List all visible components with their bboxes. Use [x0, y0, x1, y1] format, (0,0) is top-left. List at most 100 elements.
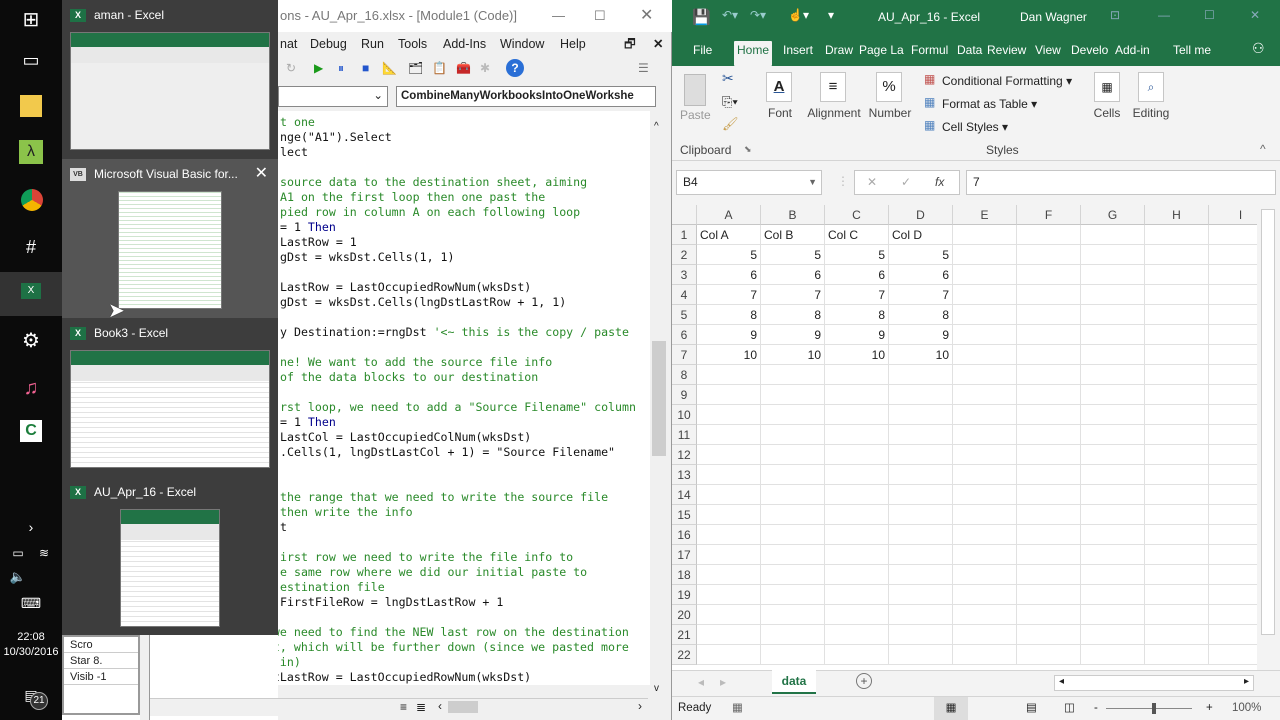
- file-explorer-icon[interactable]: [20, 95, 42, 117]
- cell[interactable]: [889, 505, 953, 525]
- cell[interactable]: [889, 465, 953, 485]
- enter-icon[interactable]: ✓: [901, 171, 911, 194]
- cell[interactable]: [953, 585, 1017, 605]
- sheet-horizontal-scrollbar[interactable]: ◂ ▸: [1054, 675, 1254, 691]
- cell[interactable]: [1017, 305, 1081, 325]
- close-icon[interactable]: ✕: [1250, 8, 1260, 22]
- font-button[interactable]: Font: [762, 106, 798, 120]
- cell[interactable]: [1081, 525, 1145, 545]
- clock[interactable]: 22:08 10/30/2016: [0, 630, 62, 660]
- design-mode-icon[interactable]: 📐: [382, 61, 397, 75]
- cell[interactable]: [1017, 245, 1081, 265]
- tab-tell-me[interactable]: Tell me: [1170, 41, 1214, 66]
- tab-draw[interactable]: Draw: [822, 41, 856, 66]
- cell[interactable]: [1017, 525, 1081, 545]
- touch-mode-icon[interactable]: ☝▾: [788, 8, 809, 22]
- cell[interactable]: [825, 565, 889, 585]
- cell[interactable]: [889, 625, 953, 645]
- cell[interactable]: [889, 605, 953, 625]
- toolbox-icon[interactable]: ✱: [480, 61, 490, 75]
- cell[interactable]: [1081, 565, 1145, 585]
- cell[interactable]: 5: [889, 245, 953, 265]
- cell[interactable]: [1145, 245, 1209, 265]
- cell[interactable]: [1209, 305, 1257, 325]
- scroll-thumb[interactable]: [652, 341, 666, 456]
- row-header[interactable]: 1: [672, 225, 697, 245]
- cell[interactable]: [825, 425, 889, 445]
- cell[interactable]: [889, 425, 953, 445]
- cell[interactable]: [1017, 465, 1081, 485]
- reset-icon[interactable]: ■: [362, 61, 369, 75]
- cell-styles-button[interactable]: Cell Styles ▾: [942, 120, 1008, 134]
- cell[interactable]: [1145, 585, 1209, 605]
- cell[interactable]: [825, 645, 889, 665]
- redo-icon[interactable]: ↻: [286, 61, 296, 75]
- cell[interactable]: [1081, 485, 1145, 505]
- tab-review[interactable]: Review: [984, 41, 1029, 66]
- cell[interactable]: [889, 585, 953, 605]
- cell[interactable]: [1017, 265, 1081, 285]
- break-icon[interactable]: ⏸: [338, 61, 344, 76]
- cell[interactable]: [761, 525, 825, 545]
- cell[interactable]: [1209, 405, 1257, 425]
- menu-window[interactable]: Window: [500, 32, 544, 56]
- help-icon[interactable]: ?: [506, 59, 524, 77]
- cells-button[interactable]: Cells: [1090, 106, 1124, 120]
- menu-debug[interactable]: Debug: [310, 32, 347, 56]
- property-row[interactable]: Star 8.: [64, 653, 138, 669]
- normal-view-icon[interactable]: ▦: [934, 697, 968, 720]
- worksheet-grid[interactable]: A B C D E F G H I 1 Col A Col B Col C Col D2555536666…: [672, 205, 1257, 665]
- cell[interactable]: [953, 565, 1017, 585]
- cell[interactable]: [761, 605, 825, 625]
- row-header[interactable]: 10: [672, 405, 697, 425]
- cell[interactable]: [1145, 385, 1209, 405]
- cell[interactable]: [1145, 345, 1209, 365]
- cell[interactable]: [1017, 605, 1081, 625]
- cell[interactable]: [697, 645, 761, 665]
- cell[interactable]: [1145, 485, 1209, 505]
- cell[interactable]: Col B: [761, 225, 825, 245]
- cell[interactable]: [761, 445, 825, 465]
- cell[interactable]: 5: [825, 245, 889, 265]
- scroll-left-icon[interactable]: ◂: [1059, 676, 1064, 687]
- cell[interactable]: [1145, 265, 1209, 285]
- page-break-icon[interactable]: ◫: [1064, 697, 1075, 720]
- cell[interactable]: [953, 345, 1017, 365]
- cell[interactable]: [1209, 485, 1257, 505]
- cell[interactable]: [697, 505, 761, 525]
- cell[interactable]: [953, 645, 1017, 665]
- cell[interactable]: [1081, 545, 1145, 565]
- close-icon[interactable]: ✕: [640, 0, 653, 32]
- cell[interactable]: [1017, 325, 1081, 345]
- slack-icon[interactable]: #: [16, 232, 46, 262]
- cell[interactable]: [1017, 645, 1081, 665]
- conditional-formatting-button[interactable]: Conditional Formatting ▾: [942, 74, 1072, 88]
- excel-icon[interactable]: X: [0, 272, 62, 316]
- cell[interactable]: [825, 545, 889, 565]
- row-header[interactable]: 18: [672, 565, 697, 585]
- tab-insert[interactable]: Insert: [780, 41, 816, 66]
- collapse-ribbon-icon[interactable]: ^: [1260, 142, 1266, 156]
- zoom-out-icon[interactable]: -: [1094, 697, 1098, 720]
- zoom-slider[interactable]: [1106, 708, 1192, 709]
- procedure-view-icon[interactable]: ≡: [400, 700, 407, 714]
- share-icon[interactable]: ⚇: [1252, 40, 1265, 57]
- code-line[interactable]: FirstFileRow = lngDstLastRow + 1: [280, 595, 503, 610]
- cell[interactable]: [825, 385, 889, 405]
- find-icon[interactable]: ⌕: [1138, 72, 1164, 102]
- cell[interactable]: [761, 385, 825, 405]
- cell[interactable]: 9: [761, 325, 825, 345]
- cell[interactable]: [761, 565, 825, 585]
- row-header[interactable]: 20: [672, 605, 697, 625]
- cell[interactable]: [1145, 505, 1209, 525]
- cell[interactable]: [761, 505, 825, 525]
- cell[interactable]: [825, 505, 889, 525]
- code-line[interactable]: = 1 Then: [280, 415, 336, 430]
- column-header[interactable]: C: [825, 205, 889, 225]
- cell[interactable]: [953, 625, 1017, 645]
- cell[interactable]: [1017, 625, 1081, 645]
- cell[interactable]: [1145, 325, 1209, 345]
- object-combo[interactable]: ⌄: [278, 86, 388, 107]
- cell[interactable]: 8: [825, 305, 889, 325]
- cell[interactable]: [1145, 645, 1209, 665]
